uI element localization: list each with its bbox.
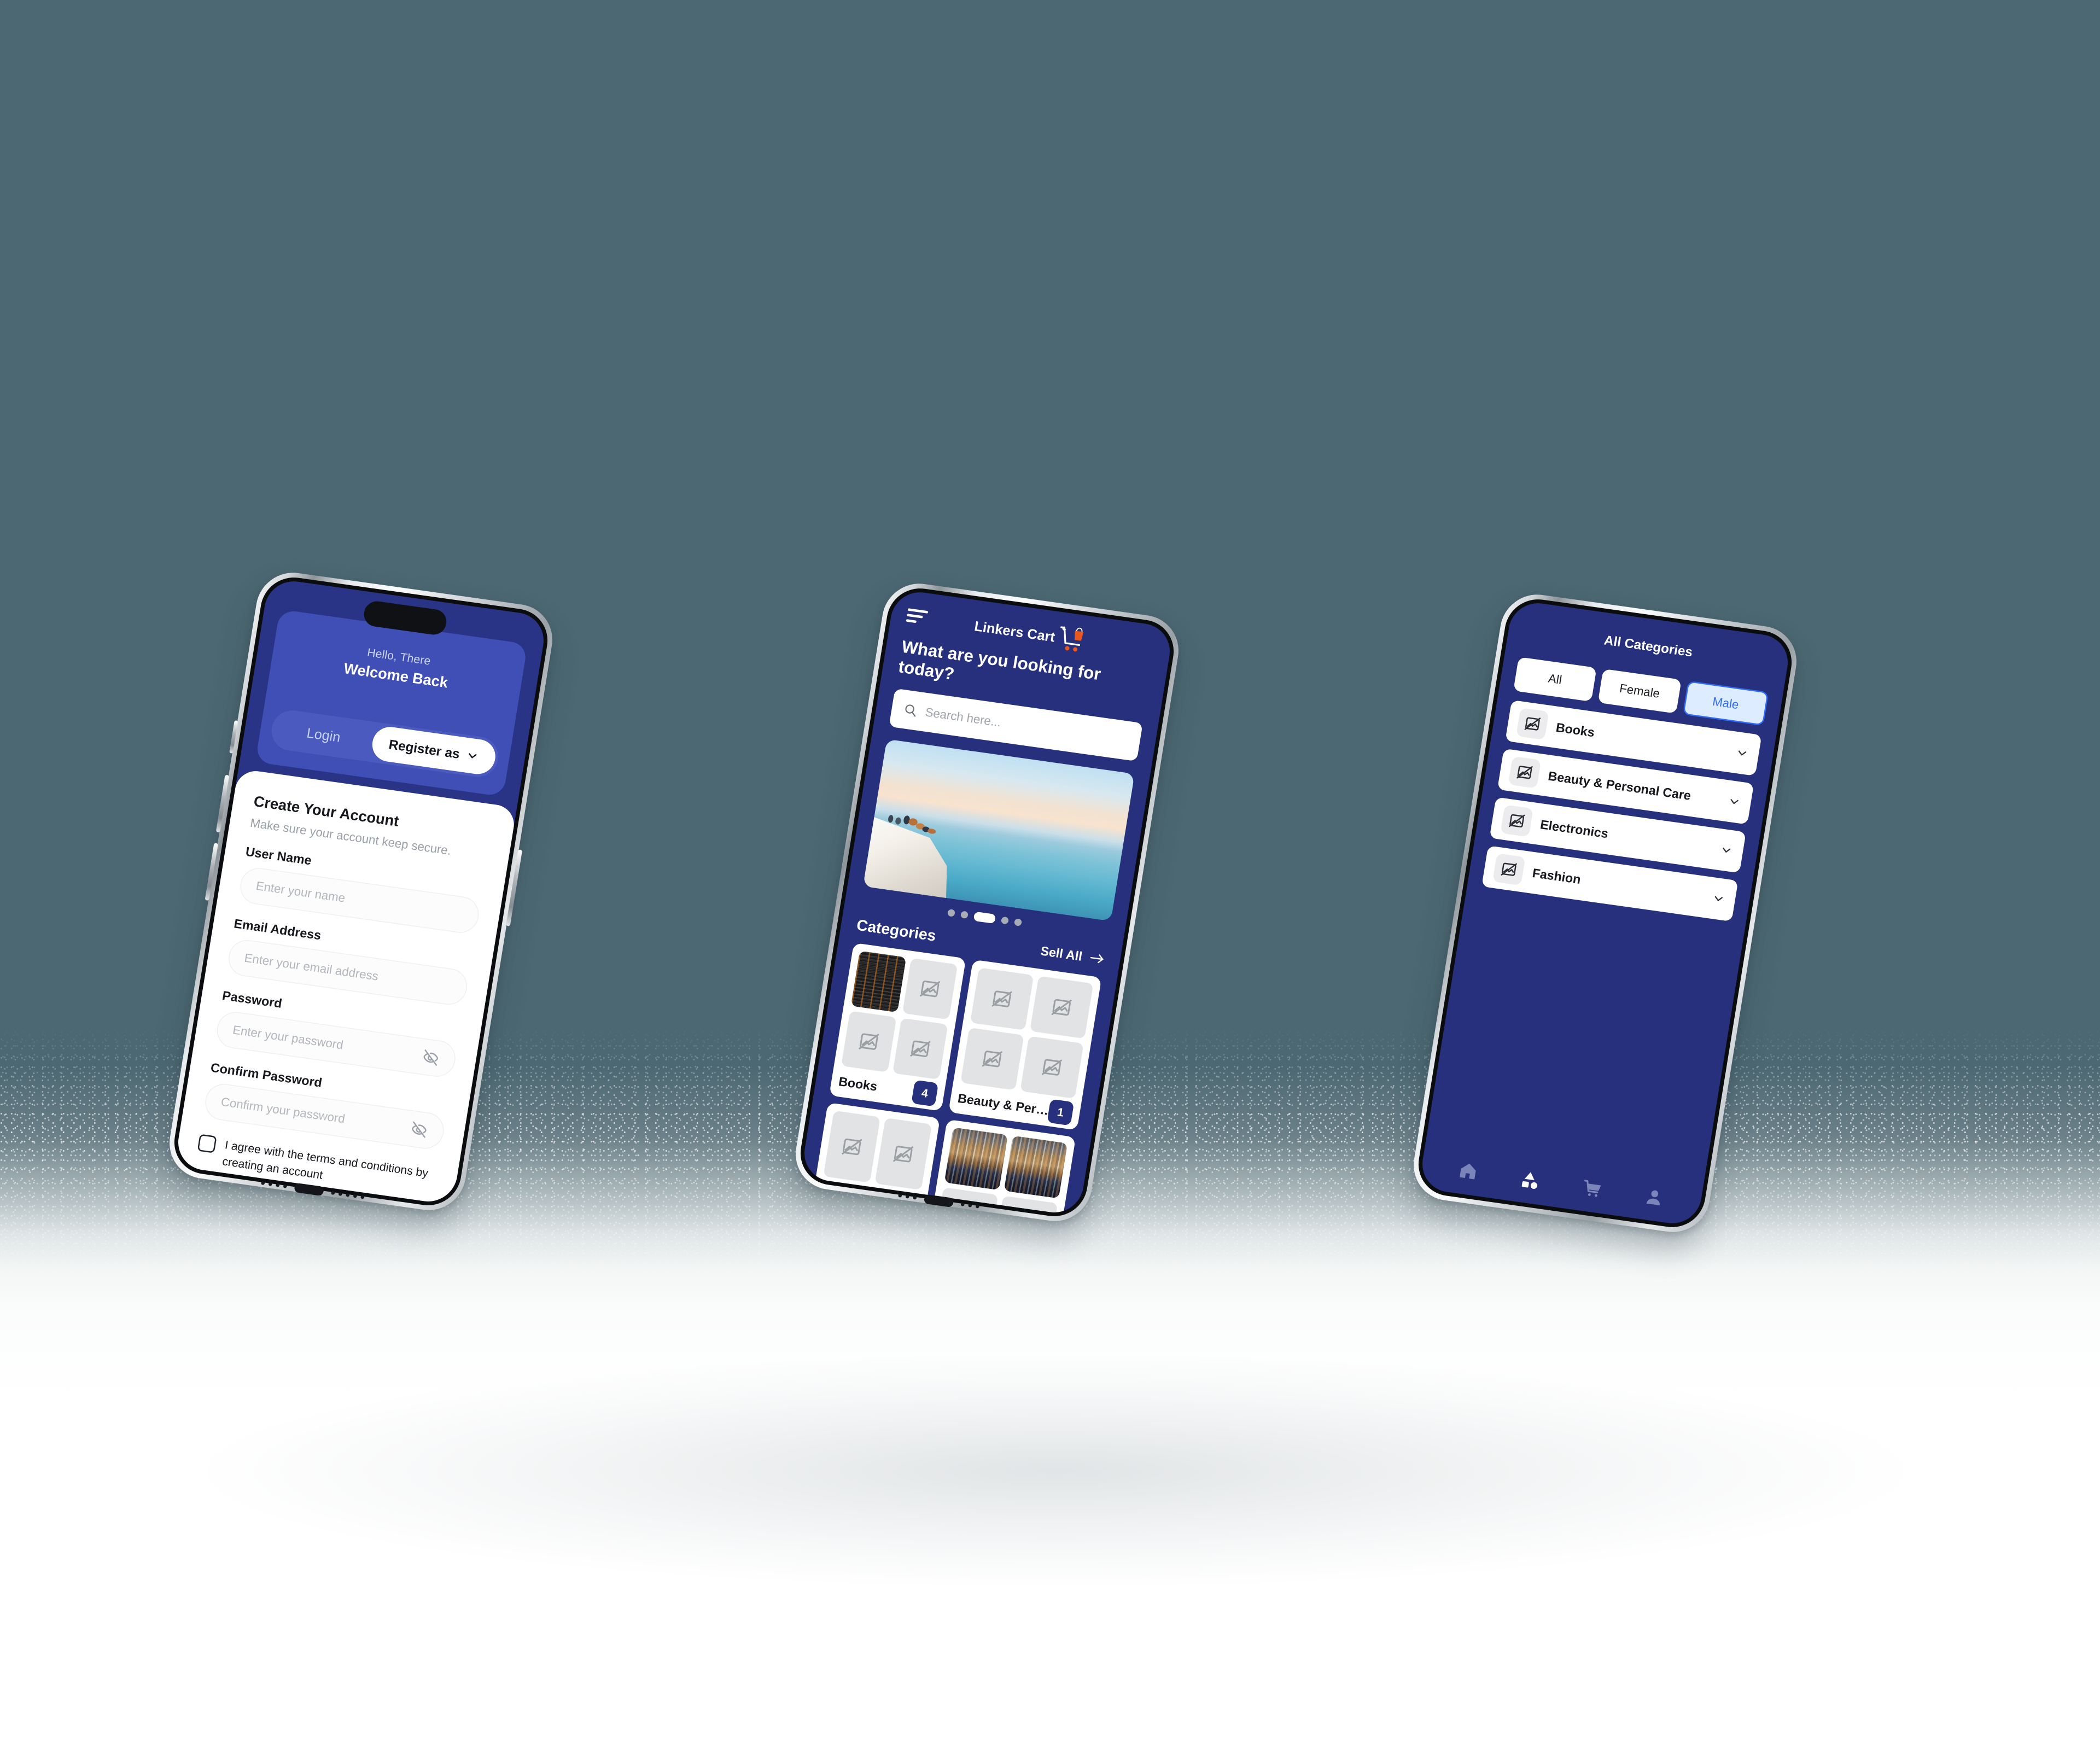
broken-image-icon — [910, 1040, 931, 1058]
phone-mockup-signup: Hello, There Welcome Back Login Register… — [164, 568, 558, 1215]
product-thumbnail-image — [944, 1127, 1008, 1191]
broken-image-icon — [919, 981, 940, 998]
category-count-badge: 1 — [1047, 1099, 1075, 1126]
category-accordion-list: Books Beauty & Personal Care Electronics… — [1467, 698, 1776, 924]
product-thumbnail-image — [850, 950, 907, 1013]
product-thumbnail-placeholder — [960, 1028, 1024, 1090]
chevron-down-icon — [468, 753, 477, 759]
product-thumbnail-image — [1004, 1135, 1068, 1199]
auth-mode-switch: Login Register as — [269, 708, 501, 780]
username-placeholder: Enter your name — [255, 879, 346, 905]
filter-chip-female[interactable]: Female — [1597, 668, 1682, 714]
chevron-down-icon[interactable] — [1711, 891, 1726, 906]
product-thumbnail-placeholder — [970, 967, 1034, 1031]
category-thumbnail — [1500, 804, 1533, 837]
product-thumbnail-placeholder — [902, 958, 958, 1020]
categories-title: Categories — [855, 916, 937, 944]
cliff-shape — [863, 798, 987, 905]
category-card[interactable]: Books 4 — [829, 942, 966, 1111]
category-thumbnails — [960, 967, 1094, 1099]
promo-banner-image[interactable] — [862, 739, 1135, 921]
carousel-dot[interactable] — [947, 909, 955, 917]
see-all-label: Sell All — [1039, 943, 1083, 964]
broken-image-icon — [991, 990, 1012, 1007]
broken-image-icon — [842, 1138, 862, 1156]
category-row-label: Books — [1555, 720, 1596, 740]
category-card[interactable]: Beauty & Per… 1 — [948, 959, 1102, 1130]
broken-image-icon — [982, 1051, 1002, 1068]
category-row-label: Beauty & Personal Care — [1547, 768, 1692, 803]
floor-shadow — [208, 1356, 1903, 1586]
phone-mockup-all-categories: All Categories All Female Male Books Bea… — [1408, 590, 1802, 1237]
eye-off-icon[interactable] — [421, 1048, 441, 1068]
welcome-text: Welcome Back — [342, 660, 450, 691]
login-tab[interactable]: Login — [273, 720, 374, 750]
product-thumbnail-placeholder — [874, 1118, 932, 1191]
category-card-name: Books — [837, 1074, 879, 1094]
shopping-cart-logo-icon — [1060, 626, 1084, 652]
cart-icon[interactable] — [1581, 1177, 1604, 1199]
broken-image-icon — [1508, 814, 1525, 828]
chevron-down-icon[interactable] — [1735, 746, 1750, 761]
category-card-grid: Books 4 Beauty & Per… 1 — [803, 942, 1102, 1216]
register-as-label: Register as — [387, 737, 461, 762]
product-thumbnail-placeholder — [1029, 976, 1094, 1039]
terms-checkbox[interactable] — [197, 1134, 217, 1153]
arrow-right-icon — [1090, 954, 1104, 963]
home-header: Linkers Cart What are you looking for to… — [800, 588, 1174, 1216]
categories-icon[interactable] — [1519, 1169, 1542, 1191]
broken-image-icon — [859, 1033, 879, 1050]
category-row-label: Electronics — [1539, 817, 1609, 841]
broken-image-icon — [1041, 1059, 1062, 1076]
brand-name: Linkers Cart — [973, 618, 1057, 645]
confirm-password-placeholder: Confirm your password — [220, 1095, 346, 1126]
broken-image-icon — [1516, 766, 1533, 779]
category-thumbnails — [841, 950, 958, 1080]
carousel-dot[interactable] — [960, 911, 969, 919]
broken-image-icon — [1524, 717, 1541, 731]
chevron-down-icon[interactable] — [1726, 794, 1742, 809]
home-icon[interactable] — [1457, 1160, 1480, 1182]
category-row-label: Fashion — [1531, 865, 1582, 887]
carousel-dot-active[interactable] — [973, 911, 996, 924]
email-placeholder: Enter your email address — [243, 951, 380, 983]
broken-image-icon — [1501, 862, 1517, 876]
phone1-screen: Hello, There Welcome Back Login Register… — [174, 578, 548, 1205]
category-thumbnail — [1492, 853, 1526, 886]
hamburger-menu-icon[interactable] — [906, 608, 929, 627]
eye-off-icon[interactable] — [409, 1119, 429, 1139]
product-thumbnail-placeholder — [823, 1110, 880, 1183]
phone2-screen: Linkers Cart What are you looking for to… — [800, 588, 1174, 1216]
register-as-button[interactable]: Register as — [370, 725, 498, 777]
profile-icon[interactable] — [1643, 1186, 1666, 1208]
filter-chip-all[interactable]: All — [1513, 657, 1597, 702]
carousel-dot[interactable] — [1013, 918, 1023, 927]
chevron-down-icon[interactable] — [1719, 843, 1734, 858]
product-thumbnail-placeholder — [1020, 1036, 1084, 1099]
password-placeholder: Enter your password — [231, 1023, 345, 1052]
category-thumbnail — [1508, 756, 1542, 789]
carousel-dot[interactable] — [1000, 916, 1010, 925]
phone3-screen: All Categories All Female Male Books Bea… — [1418, 599, 1792, 1227]
see-all-button[interactable]: Sell All — [1040, 943, 1106, 967]
phone-mockup-home: Linkers Cart What are you looking for to… — [790, 579, 1184, 1226]
category-thumbnail — [1516, 707, 1549, 740]
broken-image-icon — [1051, 999, 1072, 1016]
search-icon — [905, 704, 916, 717]
broken-image-icon — [893, 1146, 914, 1163]
category-count-badge: 4 — [911, 1080, 938, 1107]
signup-hero-panel: Hello, There Welcome Back Login Register… — [255, 609, 528, 797]
category-card-name: Beauty & Per… — [956, 1090, 1050, 1118]
product-thumbnail-placeholder — [841, 1011, 897, 1073]
product-thumbnail-placeholder — [892, 1018, 948, 1080]
search-placeholder: Search here... — [924, 705, 1002, 730]
filter-chip-male[interactable]: Male — [1682, 680, 1769, 726]
